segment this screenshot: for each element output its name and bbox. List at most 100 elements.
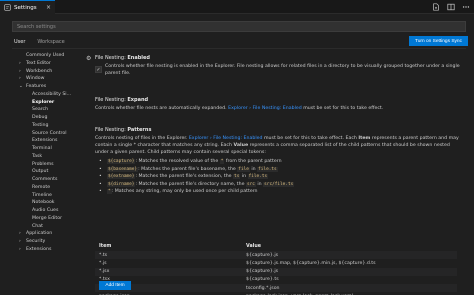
toc-item[interactable]: Accessibility Si... [12, 91, 86, 99]
token-text: from the parent pattern [224, 159, 282, 164]
toc-item-label: Remote [32, 184, 51, 190]
table-cell-value: ${capture}.js.map, ${capture}.min.js, ${… [246, 260, 376, 266]
code-token: file.ts [257, 166, 278, 172]
setting-file-nesting-expand: File Nesting: Expand Controls whether fi… [95, 97, 465, 112]
table-row[interactable]: *.jsx ${capture}.js [95, 267, 457, 276]
setting-description: Controls whether file nests are automati… [95, 106, 384, 111]
token-item: ${dirname}: Matches the parent file's di… [95, 181, 465, 189]
toc-item[interactable]: Chat [12, 223, 86, 231]
toc-item[interactable]: Debug [12, 114, 86, 122]
toc-item[interactable]: › Workbench [12, 68, 86, 76]
tab-label: Settings [14, 4, 37, 11]
token-text: : Matches the parent file's extension, t… [135, 174, 234, 179]
more-actions-icon[interactable] [462, 3, 470, 11]
toc-item[interactable]: Audio Cues [12, 207, 86, 215]
token-text: : Matches the resolved value of the [135, 159, 220, 164]
add-item-button[interactable]: Add Item [99, 281, 131, 290]
toc-item-label: Extensions [26, 246, 52, 252]
toc-item[interactable]: › Application [12, 230, 86, 238]
code-token: ${extname} [107, 174, 136, 179]
table-cell-value: tsconfig.*.json [246, 285, 280, 291]
toc-item-label: Task [32, 153, 43, 159]
code-token: ${basename} [107, 166, 139, 172]
search-input[interactable] [17, 23, 465, 30]
toc-item[interactable]: Source Control [12, 130, 86, 138]
toc-item-label: Debug [32, 115, 48, 120]
open-json-icon[interactable] [432, 3, 440, 11]
toc-item[interactable]: › Security [12, 238, 86, 246]
table-cell-item: *.ts [99, 252, 108, 258]
patterns-table: Item Value *.ts ${capture}.js *.js ${captur… [95, 242, 457, 295]
setting-file-nesting-patterns: File Nesting: Patterns Controls nesting … [95, 127, 465, 196]
code-token: src [245, 181, 256, 187]
toc-item[interactable]: Remote [12, 184, 86, 192]
toc-item[interactable]: Extensions [12, 137, 86, 145]
enabled-setting-link[interactable]: Explorer › File Nesting: Enabled [228, 106, 302, 111]
table-row[interactable]: *.tsx ${capture}.ts [95, 276, 457, 284]
token-item: ${capture}: Matches the resolved value o… [95, 158, 465, 166]
toc-item-label: Terminal [32, 146, 52, 151]
tab-settings[interactable]: Settings × [0, 0, 55, 14]
toc-item-label: Window [26, 76, 45, 82]
turn-on-settings-sync-button[interactable]: Turn on Settings Sync [409, 36, 468, 46]
toc-item[interactable]: Timeline [12, 192, 86, 200]
toc-item[interactable]: › Window [12, 75, 86, 83]
chevron-right-icon: › [19, 246, 21, 252]
toc-item-label: Extensions [32, 138, 58, 144]
column-header-value: Value [246, 244, 261, 249]
toc-item-label: Source Control [32, 130, 67, 136]
setting-title: File Nesting: Patterns [95, 127, 152, 133]
toc-item[interactable]: › Extensions [12, 246, 86, 254]
toc-item[interactable]: ⌄ Features [12, 83, 86, 91]
token-item: *: Matches any string, may only be used … [95, 188, 465, 196]
toc-item[interactable]: Commonly Used [12, 52, 86, 60]
table-cell-item: *.js [99, 260, 107, 266]
chevron-right-icon: › [19, 60, 21, 66]
table-row[interactable]: *.js ${capture}.js.map, ${capture}.min.js… [95, 259, 457, 267]
toc-item[interactable]: Search [12, 106, 86, 114]
enabled-setting-link[interactable]: Explorer › File Nesting: Enabled [189, 136, 263, 141]
split-editor-icon[interactable] [447, 3, 455, 11]
toc-item[interactable]: Output [12, 168, 86, 176]
setting-title: File Nesting: Expand [95, 97, 149, 103]
chevron-right-icon: › [19, 231, 21, 237]
toc-item-label: Search [32, 107, 49, 113]
toc-item-label: Text Editor [26, 60, 51, 66]
gear-icon[interactable]: ⚙ [86, 55, 91, 62]
toc-item-label: Notebook [32, 200, 55, 206]
toc-item[interactable]: Comments [12, 176, 86, 184]
token-item: ${basename}: Matches the parent file's b… [95, 166, 465, 174]
toc-item-label: Features [26, 84, 47, 89]
settings-file-icon [4, 4, 11, 11]
toc-item[interactable]: Notebook [12, 199, 86, 207]
toc-item-label: Security [26, 239, 46, 244]
token-list: ${capture}: Matches the resolved value o… [95, 158, 465, 196]
setting-description: Controls nesting of files in the Explore… [95, 136, 459, 155]
close-icon[interactable]: × [46, 4, 51, 11]
title-bar: Settings × [0, 0, 474, 14]
code-token: ${capture} [107, 159, 136, 164]
setting-description: Controls whether file nesting is enabled… [105, 64, 460, 76]
search-box [12, 21, 466, 32]
toc-item-label: Output [32, 169, 49, 175]
token-text: : Matches the parent file's basename, th… [138, 166, 238, 172]
toc-item[interactable]: Terminal [12, 145, 86, 153]
toc-item[interactable]: Problems [12, 161, 86, 169]
toc-item[interactable]: Merge Editor [12, 215, 86, 223]
toc-item[interactable]: › Text Editor [12, 60, 86, 68]
code-token: ${dirname} [107, 181, 136, 187]
toc-item[interactable]: Testing [12, 122, 86, 130]
toc-item-label: Chat [32, 223, 43, 229]
toc-item-label: Timeline [32, 192, 52, 198]
toc-item[interactable]: Task [12, 153, 86, 161]
enabled-checkbox[interactable]: ✓ [95, 66, 102, 73]
code-token: file.ts [247, 174, 269, 179]
chevron-right-icon: › [19, 68, 21, 74]
chevron-right-icon: › [19, 76, 21, 82]
check-icon: ✓ [96, 66, 101, 73]
table-row[interactable]: *.ts ${capture}.js [95, 251, 457, 260]
code-token: src/file.ts [263, 181, 295, 187]
table-cell-value: ${capture}.js [246, 252, 279, 258]
toc-item[interactable]: Explorer [12, 99, 86, 107]
table-row[interactable]: tsconfig.jsontsconfig.*.json [95, 284, 457, 293]
